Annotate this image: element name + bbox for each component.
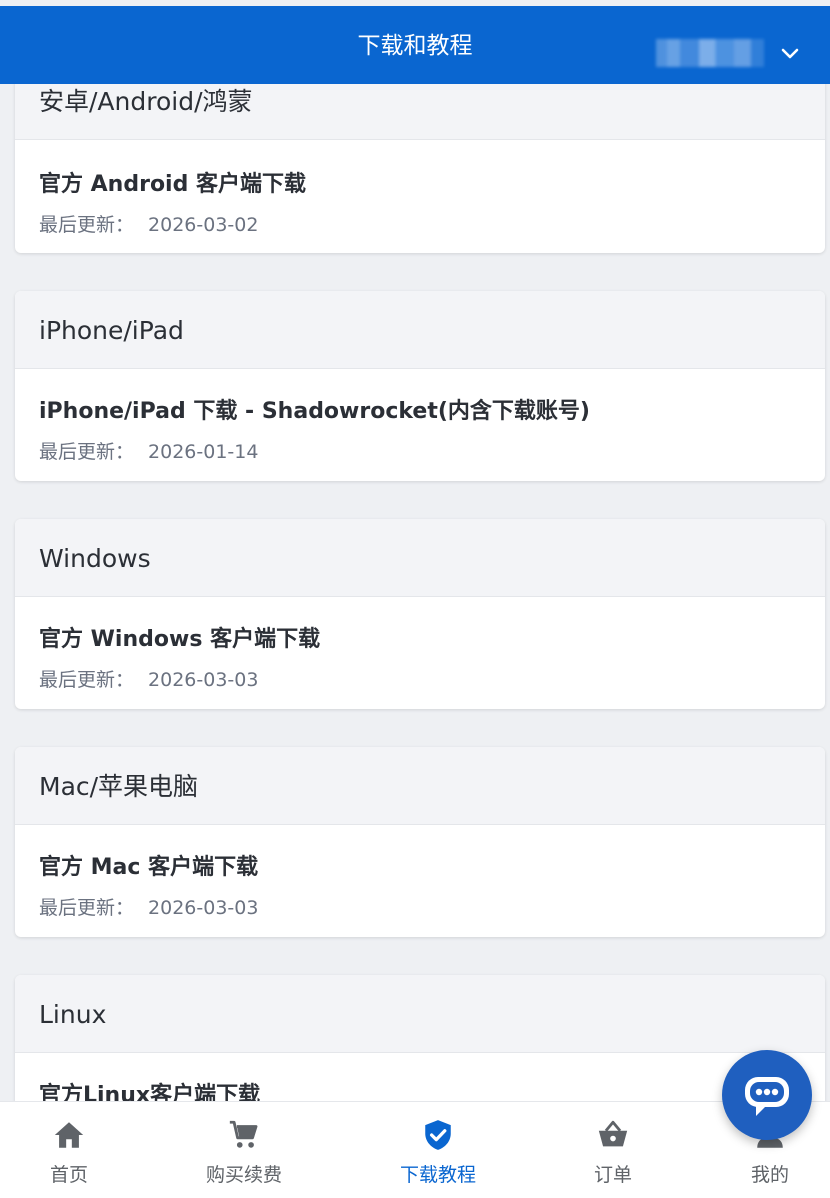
last-updated-label: 最后更新： xyxy=(39,441,135,463)
bottom-navigation: 首页 购买续费 下载教程 订单 我的 xyxy=(0,1101,830,1198)
section-card-iphone: iPhone/iPad iPhone/iPad 下载 - Shadowrocke… xyxy=(15,291,825,481)
last-updated-label: 最后更新： xyxy=(39,669,135,691)
nav-label: 购买续费 xyxy=(205,1164,282,1186)
download-item-title[interactable]: 官方 Windows 客户端下载 xyxy=(39,621,320,653)
chevron-down-icon[interactable] xyxy=(778,42,802,66)
nav-label: 我的 xyxy=(750,1164,789,1186)
last-updated: 最后更新： 2026-01-14 xyxy=(39,437,258,464)
nav-orders[interactable]: 订单 xyxy=(563,1102,663,1198)
chat-support-button[interactable] xyxy=(722,1050,812,1140)
nav-label: 下载教程 xyxy=(399,1164,476,1186)
nav-label: 首页 xyxy=(49,1164,88,1186)
top-app-bar: 下载和教程 xyxy=(0,6,830,84)
last-updated-date: 2026-03-03 xyxy=(148,669,259,691)
download-item-title[interactable]: iPhone/iPad 下载 - Shadowrocket(内含下载账号) xyxy=(39,393,590,425)
chat-bubble-icon xyxy=(745,1077,789,1116)
section-header: Mac/苹果电脑 xyxy=(15,747,825,825)
last-updated-label: 最后更新： xyxy=(39,214,135,236)
last-updated-label: 最后更新： xyxy=(39,897,135,919)
nav-home[interactable]: 首页 xyxy=(19,1102,119,1198)
nav-label: 订单 xyxy=(593,1164,632,1186)
nav-purchase[interactable]: 购买续费 xyxy=(184,1102,304,1198)
download-item-title[interactable]: 官方 Android 客户端下载 xyxy=(39,166,306,198)
cart-icon xyxy=(229,1120,258,1148)
last-updated-date: 2026-03-03 xyxy=(148,897,259,919)
nav-downloads[interactable]: 下载教程 xyxy=(378,1102,498,1198)
section-card-android: 安卓/Android/鸿蒙 官方 Android 客户端下载 最后更新： 2026… xyxy=(15,62,825,253)
basket-icon xyxy=(598,1120,628,1147)
section-card-windows: Windows 官方 Windows 客户端下载 最后更新： 2026-03-03 xyxy=(15,519,825,709)
section-card-mac: Mac/苹果电脑 官方 Mac 客户端下载 最后更新： 2026-03-03 xyxy=(15,747,825,937)
home-icon xyxy=(54,1122,84,1148)
last-updated: 最后更新： 2026-03-03 xyxy=(39,893,258,920)
section-header: iPhone/iPad xyxy=(15,291,825,369)
verified-shield-icon xyxy=(425,1120,451,1150)
user-account-blurred[interactable] xyxy=(656,39,764,67)
last-updated: 最后更新： 2026-03-02 xyxy=(39,210,258,237)
section-header: Linux xyxy=(15,975,825,1053)
section-header: Windows xyxy=(15,519,825,597)
last-updated: 最后更新： 2026-03-03 xyxy=(39,665,258,692)
last-updated-date: 2026-03-02 xyxy=(148,214,259,236)
download-item-title[interactable]: 官方 Mac 客户端下载 xyxy=(39,849,258,881)
last-updated-date: 2026-01-14 xyxy=(148,441,259,463)
